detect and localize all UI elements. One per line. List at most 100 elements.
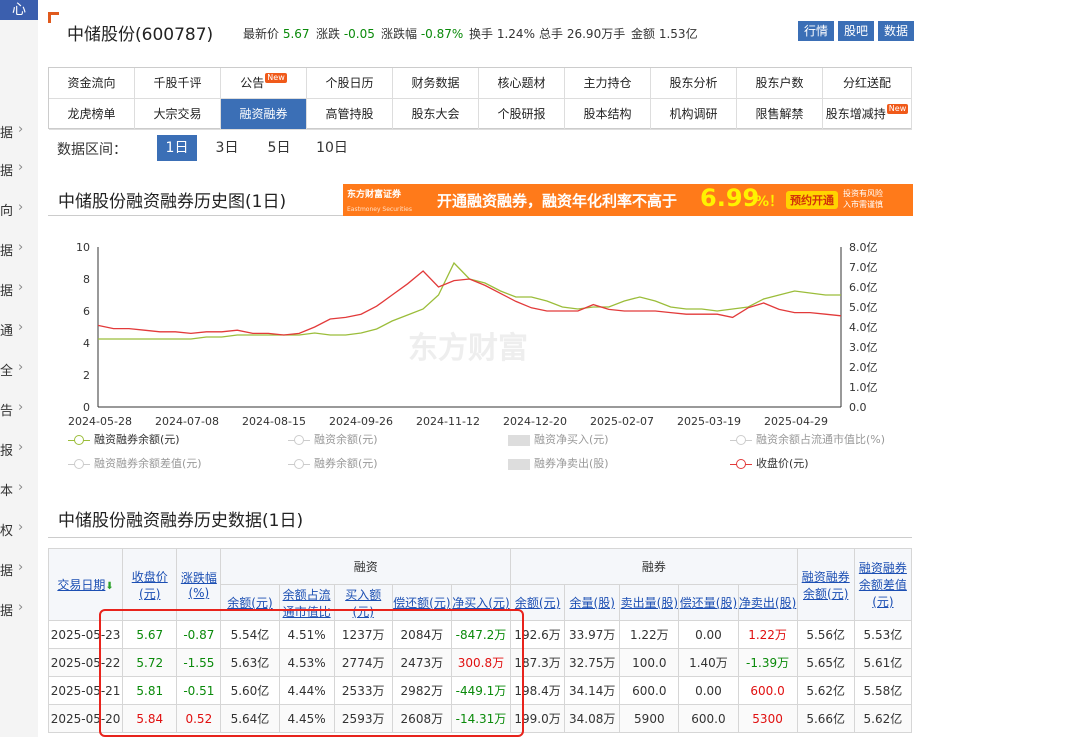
nav-tab-label[interactable]: 核心题材 — [497, 76, 545, 90]
nav-tab[interactable]: 资金流向 — [49, 68, 135, 99]
range-option[interactable]: 10日 — [312, 135, 352, 161]
quote-value: 1.53亿 — [658, 27, 698, 41]
sub-col-label[interactable]: 卖出量(股) — [621, 596, 678, 610]
legend-item[interactable]: 融资融券余额差值(元) — [68, 457, 202, 471]
new-badge: New — [265, 73, 287, 83]
nav-tab[interactable]: 核心题材 — [479, 68, 565, 99]
nav-tab-label[interactable]: 限售解禁 — [755, 107, 803, 121]
chevron-right-icon: › — [18, 560, 24, 575]
nav-tab[interactable]: 主力持仓 — [565, 68, 651, 99]
nav-tab-label[interactable]: 股东分析 — [669, 76, 717, 90]
y-right-tick: 2.0亿 — [849, 361, 878, 374]
nav-tab-label[interactable]: 个股日历 — [325, 76, 373, 90]
legend-item[interactable]: 融资融券余额(元) — [68, 433, 180, 447]
nav-tab[interactable]: 机构调研 — [651, 99, 737, 130]
nav-tab-label[interactable]: 融资融券 — [239, 107, 287, 121]
y-left-tick: 10 — [76, 241, 90, 254]
legend-marker-icon — [508, 459, 530, 470]
legend-item[interactable]: 融资余额占流通市值比(%) — [730, 433, 885, 447]
nav-tab[interactable]: 股东户数 — [737, 68, 823, 99]
nav-tab-label[interactable]: 高管持股 — [325, 107, 373, 121]
nav-tab[interactable]: 公告 New — [221, 68, 307, 99]
nav-tab-label[interactable]: 主力持仓 — [583, 76, 631, 90]
nav-tab[interactable]: 财务数据 — [393, 68, 479, 99]
legend-item[interactable]: 融券余额(元) — [288, 457, 378, 471]
sub-col-label[interactable]: 偿还量(股) — [680, 596, 737, 610]
nav-tab[interactable]: 千股千评 — [135, 68, 221, 99]
col-diff[interactable]: 融资融券余额差值(元) — [853, 548, 913, 621]
sub-col-label[interactable]: 偿还额(元) — [393, 596, 450, 610]
nav-tab[interactable]: 个股研报 — [479, 99, 565, 130]
quote-item: 换手 1.24% — [469, 25, 535, 42]
col-date-label[interactable]: 交易日期 — [57, 578, 105, 592]
legend-item[interactable]: 融券净卖出(股) — [508, 457, 609, 471]
nav-tab[interactable]: 高管持股 — [307, 99, 393, 130]
nav-tab[interactable]: 限售解禁 — [737, 99, 823, 130]
col-total[interactable]: 融资融券余额(元) — [796, 548, 855, 621]
x-tick: 2024-05-28 — [68, 415, 132, 426]
range-option[interactable]: 5日 — [259, 135, 299, 161]
nav-tab[interactable]: 股东增减持 New — [823, 99, 912, 130]
range-option[interactable]: 3日 — [207, 135, 247, 161]
sub-col-label[interactable]: 净买入(元) — [452, 596, 509, 610]
nav-tab-label[interactable]: 龙虎榜单 — [67, 107, 115, 121]
nav-tab-label[interactable]: 财务数据 — [411, 76, 459, 90]
ad-risk-2: 入市需谨慎 — [843, 200, 883, 209]
nav-tab[interactable]: 股本结构 — [565, 99, 651, 130]
ad-open-button[interactable]: 预约开通 — [786, 191, 838, 209]
table-cell: 33.97万 — [564, 620, 621, 649]
legend-label: 融资余额(元) — [314, 433, 378, 446]
header-button-2[interactable]: 数据 — [878, 21, 915, 41]
quote-label: 金额 — [631, 27, 656, 41]
nav-tab[interactable]: 大宗交易 — [135, 99, 221, 130]
quote-label: 总手 — [539, 27, 564, 41]
nav-tab[interactable]: 股东分析 — [651, 68, 737, 99]
header-button-0[interactable]: 行情 — [798, 21, 835, 41]
chevron-right-icon: › — [18, 240, 24, 255]
col-diff-label[interactable]: 融资融券余额差值(元) — [859, 561, 907, 609]
col-total-label[interactable]: 融资融券余额(元) — [802, 570, 850, 601]
sub-col-label[interactable]: 净卖出(股) — [739, 596, 796, 610]
legend-marker-icon — [288, 435, 310, 445]
sub-col-label[interactable]: 余额(元) — [227, 596, 272, 610]
nav-tab-label[interactable]: 分红送配 — [843, 76, 891, 90]
nav-tab-label[interactable]: 股东大会 — [411, 107, 459, 121]
legend-item[interactable]: 融资净买入(元) — [508, 433, 609, 447]
nav-tab[interactable]: 分红送配 — [823, 68, 912, 99]
table-cell: 5.62亿 — [853, 704, 913, 733]
nav-tab-label[interactable]: 公告 — [240, 76, 264, 90]
nav-tab-label[interactable]: 大宗交易 — [153, 107, 201, 121]
range-option[interactable]: 1日 — [157, 135, 197, 161]
col-close-label[interactable]: 收盘价(元) — [132, 570, 168, 601]
table-cell: 5.58亿 — [853, 676, 913, 705]
sub-col[interactable]: 余量(股) — [564, 584, 621, 621]
nav-tab[interactable]: 龙虎榜单 — [49, 99, 135, 130]
chevron-right-icon: › — [18, 200, 24, 215]
sub-col-label[interactable]: 余额(元) — [515, 596, 560, 610]
nav-tab-label[interactable]: 股东户数 — [755, 76, 803, 90]
quote-label: 换手 — [469, 27, 494, 41]
nav-tab[interactable]: 个股日历 — [307, 68, 393, 99]
nav-tab-label[interactable]: 个股研报 — [497, 107, 545, 121]
sub-col[interactable]: 净卖出(股) — [737, 584, 798, 621]
promo-banner[interactable]: 东方财富证券 Eastmoney Securities 开通融资融券，融资年化利… — [343, 184, 913, 216]
header-button-1[interactable]: 股吧 — [838, 21, 875, 41]
sidebar-item-label: 通 — [0, 324, 14, 339]
legend-item[interactable]: 融资余额(元) — [288, 433, 378, 447]
nav-tab-label[interactable]: 股本结构 — [583, 107, 631, 121]
sort-down-icon[interactable]: ⬇ — [105, 581, 113, 592]
col-chg-label[interactable]: 涨跌幅(%) — [181, 571, 217, 600]
nav-tab-label[interactable]: 机构调研 — [669, 107, 717, 121]
nav-tab[interactable]: 股东大会 — [393, 99, 479, 130]
y-right-tick: 0.0 — [849, 401, 867, 414]
nav-tab-label[interactable]: 股东增减持 — [826, 107, 886, 121]
nav-tab-label[interactable]: 资金流向 — [67, 76, 115, 90]
sub-col-label[interactable]: 余量(股) — [570, 596, 615, 610]
nav-tab-label[interactable]: 千股千评 — [153, 76, 201, 90]
legend-label: 融券净卖出(股) — [534, 457, 609, 470]
nav-tab[interactable]: 融资融券 — [221, 99, 307, 130]
legend-item[interactable]: 收盘价(元) — [730, 457, 809, 471]
sub-col[interactable]: 偿还量(股) — [678, 584, 739, 621]
sidebar-item-label: 权 — [0, 524, 14, 539]
sub-col[interactable]: 卖出量(股) — [619, 584, 680, 621]
